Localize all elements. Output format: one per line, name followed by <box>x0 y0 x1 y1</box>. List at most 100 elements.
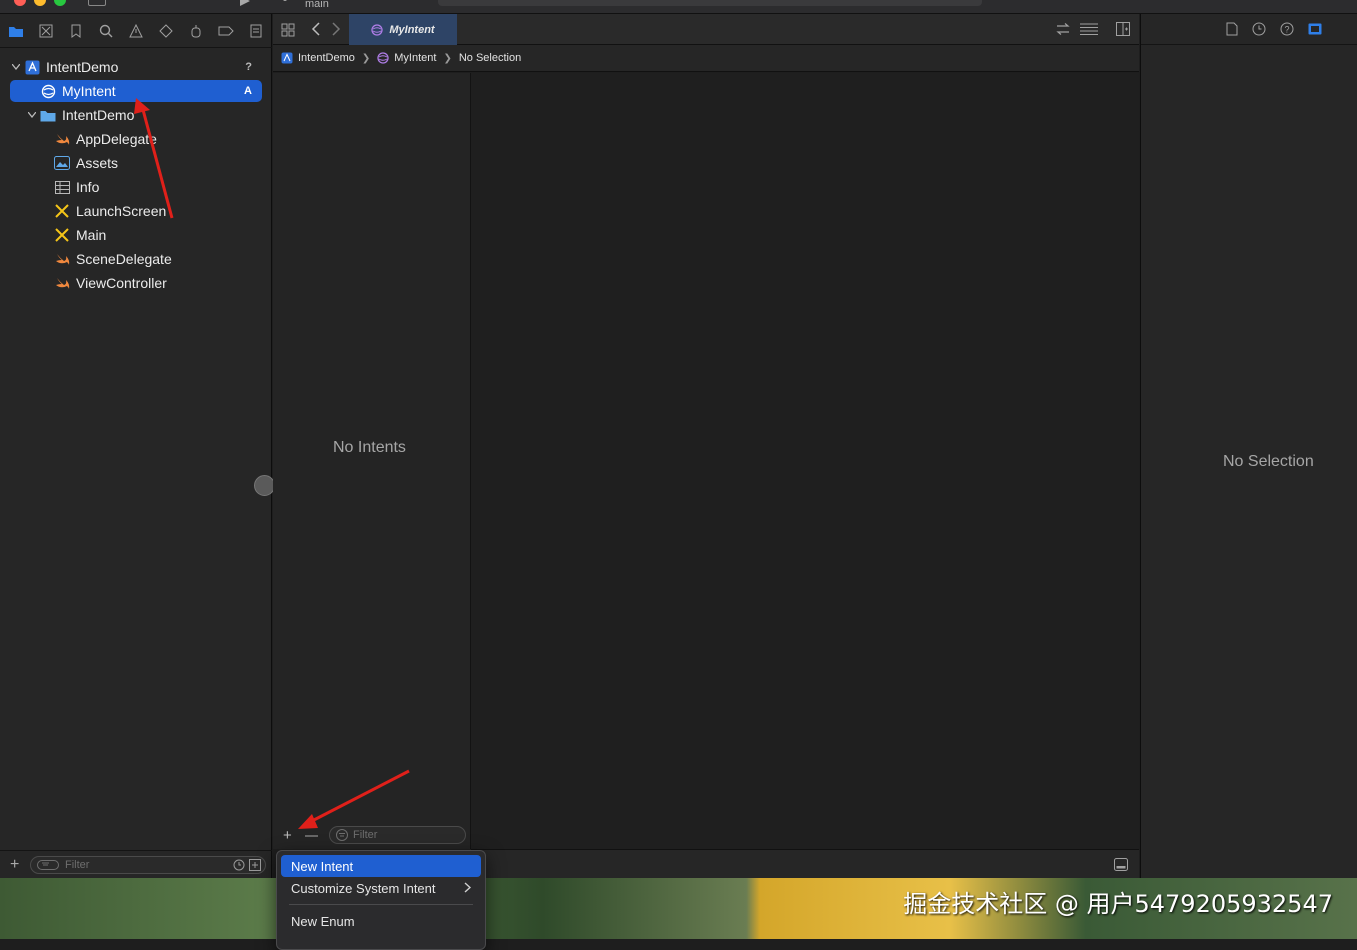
branch-label: main <box>305 0 329 10</box>
tab-label: MyIntent <box>389 23 435 36</box>
history-inspector-icon[interactable] <box>1252 22 1266 36</box>
source-control-filter-icon[interactable] <box>249 859 261 871</box>
tree-item-label: MyIntent <box>62 83 116 99</box>
filter-icon <box>336 829 348 841</box>
minimize-window-button[interactable] <box>34 0 46 6</box>
tree-item-project[interactable]: IntentDemo ? <box>10 56 262 78</box>
bookmarks-tab-icon[interactable] <box>68 23 84 39</box>
run-icon[interactable] <box>240 0 250 6</box>
find-tab-icon[interactable] <box>98 23 114 39</box>
add-context-menu: New Intent Customize System Intent New E… <box>276 850 486 950</box>
split-editor-icon[interactable] <box>1116 22 1130 36</box>
add-file-icon[interactable]: + <box>10 856 19 874</box>
navigator-filter-input[interactable]: Filter <box>30 856 266 874</box>
filter-placeholder: Filter <box>65 859 90 871</box>
inspector-panel: ? No Selection <box>1140 14 1357 878</box>
related-items-icon[interactable] <box>1056 23 1070 35</box>
window-toolbar: main <box>0 0 1357 14</box>
status-badge: A <box>244 85 252 97</box>
xcode-project-icon <box>24 59 40 75</box>
issues-tab-icon[interactable] <box>128 23 144 39</box>
breakpoints-tab-icon[interactable] <box>218 23 234 39</box>
filter-placeholder: Filter <box>353 829 378 841</box>
tree-item-file[interactable]: Info <box>10 176 262 198</box>
forward-icon[interactable] <box>331 22 341 36</box>
jump-bar: IntentDemo ❯ MyIntent ❯ No Selection <box>273 45 1139 72</box>
navigator-footer: + Filter <box>0 850 272 878</box>
zoom-window-button[interactable] <box>54 0 66 6</box>
intent-definition-icon <box>371 23 384 36</box>
remove-item-icon[interactable] <box>305 835 318 837</box>
tree-item-file[interactable]: AppDelegate <box>10 128 262 150</box>
inspector-tab-bar: ? <box>1141 14 1357 45</box>
intent-list-footer: + Filter <box>273 823 471 849</box>
menu-separator <box>289 904 473 905</box>
tree-item-file[interactable]: LaunchScreen <box>10 200 262 222</box>
tree-item-label: Info <box>76 179 100 195</box>
intent-editor-canvas <box>471 73 1139 849</box>
editor-options-icon[interactable] <box>1080 23 1098 35</box>
attributes-inspector-icon[interactable] <box>1308 23 1322 35</box>
storyboard-icon <box>54 203 70 219</box>
chevron-down-icon[interactable] <box>10 61 22 73</box>
plist-icon <box>54 179 70 195</box>
editor-bottom-bar <box>471 849 1139 878</box>
breadcrumb-project[interactable]: IntentDemo <box>298 52 355 64</box>
no-intents-label: No Intents <box>333 439 406 456</box>
swift-file-icon <box>54 251 70 267</box>
tests-tab-icon[interactable] <box>158 23 174 39</box>
tree-item-label: LaunchScreen <box>76 203 167 219</box>
project-navigator-tab-icon[interactable] <box>8 23 24 39</box>
back-icon[interactable] <box>311 22 321 36</box>
tree-item-file[interactable]: ViewController <box>10 272 262 294</box>
sidebar-toggle-icon[interactable] <box>88 0 106 6</box>
source-control-tab-icon[interactable] <box>38 23 54 39</box>
tree-item-file[interactable]: Main <box>10 224 262 246</box>
tree-item-group[interactable]: IntentDemo <box>10 104 262 126</box>
folder-icon <box>40 107 56 123</box>
svg-text:?: ? <box>1285 25 1290 35</box>
file-inspector-icon[interactable] <box>1226 22 1238 36</box>
menu-item-customize-system-intent[interactable]: Customize System Intent <box>281 877 481 899</box>
tree-item-label: IntentDemo <box>46 59 119 75</box>
navigator-tab-bar <box>0 14 272 48</box>
debug-tab-icon[interactable] <box>188 23 204 39</box>
tree-item-label: Assets <box>76 155 119 171</box>
splitter-handle[interactable] <box>254 475 275 496</box>
close-window-button[interactable] <box>14 0 26 6</box>
add-item-icon[interactable]: + <box>283 827 292 844</box>
branch-icon <box>283 0 287 1</box>
tree-item-label: SceneDelegate <box>76 251 172 267</box>
quick-help-icon[interactable]: ? <box>1280 22 1294 36</box>
tree-item-file[interactable]: SceneDelegate <box>10 248 262 270</box>
recent-files-icon[interactable] <box>233 859 245 871</box>
tree-item-label: IntentDemo <box>62 107 135 123</box>
swift-file-icon <box>54 131 70 147</box>
tab-myintent[interactable]: MyIntent <box>349 14 457 45</box>
asset-catalog-icon <box>54 155 70 171</box>
tree-item-label: AppDelegate <box>76 131 157 147</box>
filter-icon <box>37 860 59 870</box>
reports-tab-icon[interactable] <box>248 23 264 39</box>
menu-item-label: New Enum <box>291 913 355 929</box>
activity-viewer <box>438 0 982 6</box>
toggle-debug-area-icon[interactable] <box>1114 858 1128 871</box>
breadcrumb-selection[interactable]: No Selection <box>459 52 521 64</box>
watermark-text: 掘金技术社区 @ 用户5479205932547 <box>903 890 1333 918</box>
breadcrumb-file[interactable]: MyIntent <box>394 52 436 64</box>
intent-definition-icon <box>40 83 56 99</box>
grid-icon[interactable] <box>281 23 295 37</box>
menu-item-new-enum[interactable]: New Enum <box>281 910 481 932</box>
project-navigator: IntentDemo ? MyIntent A IntentDemo AppDe… <box>0 14 272 878</box>
editor-tab-bar: MyIntent <box>273 14 1139 45</box>
tree-item-label: Main <box>76 227 107 243</box>
desktop-wallpaper: 掘金技术社区 @ 用户5479205932547 <box>0 878 1357 939</box>
tree-item-file[interactable]: Assets <box>10 152 262 174</box>
storyboard-icon <box>54 227 70 243</box>
chevron-down-icon[interactable] <box>26 109 38 121</box>
status-badge: ? <box>245 61 252 73</box>
tree-item-myintent[interactable]: MyIntent A <box>10 80 262 102</box>
intent-filter-input[interactable]: Filter <box>329 826 466 844</box>
chevron-right-icon <box>464 882 471 893</box>
menu-item-new-intent[interactable]: New Intent <box>281 855 481 877</box>
